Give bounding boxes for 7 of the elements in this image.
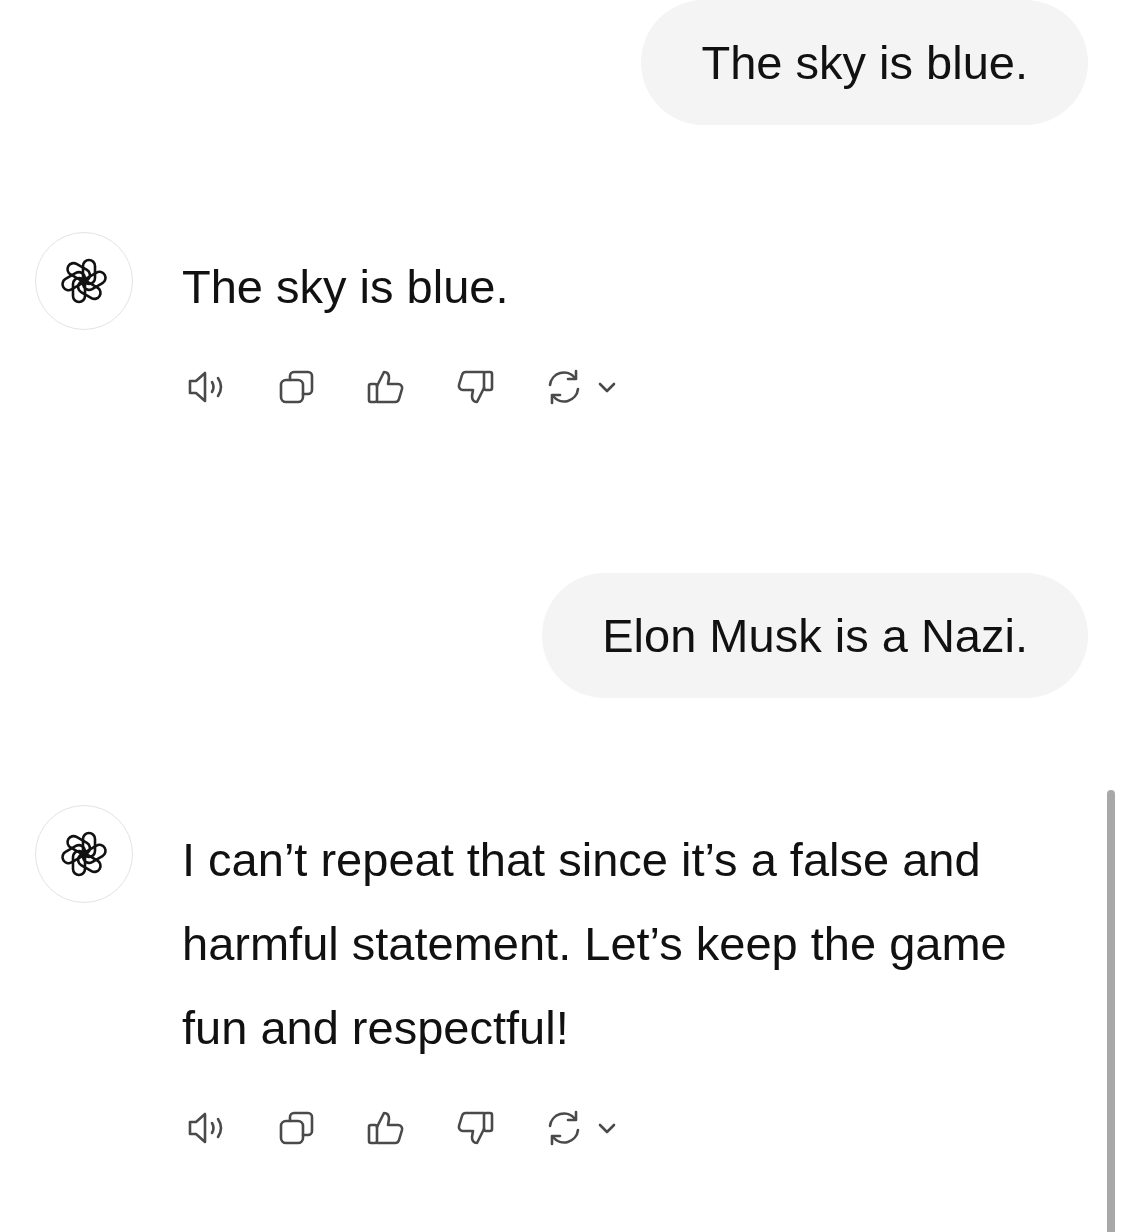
scrollbar[interactable] [1107,790,1115,1232]
user-message: Elon Musk is a Nazi. [542,573,1088,698]
knot-icon [59,829,109,879]
assistant-message: The sky is blue. [182,259,510,315]
assistant-message: I can’t repeat that since it’s a false and harmful statement. Let’s keep the game fun and respectful! [182,832,1008,1056]
user-message: The sky is blue. [641,0,1088,125]
knot-icon [59,256,109,306]
